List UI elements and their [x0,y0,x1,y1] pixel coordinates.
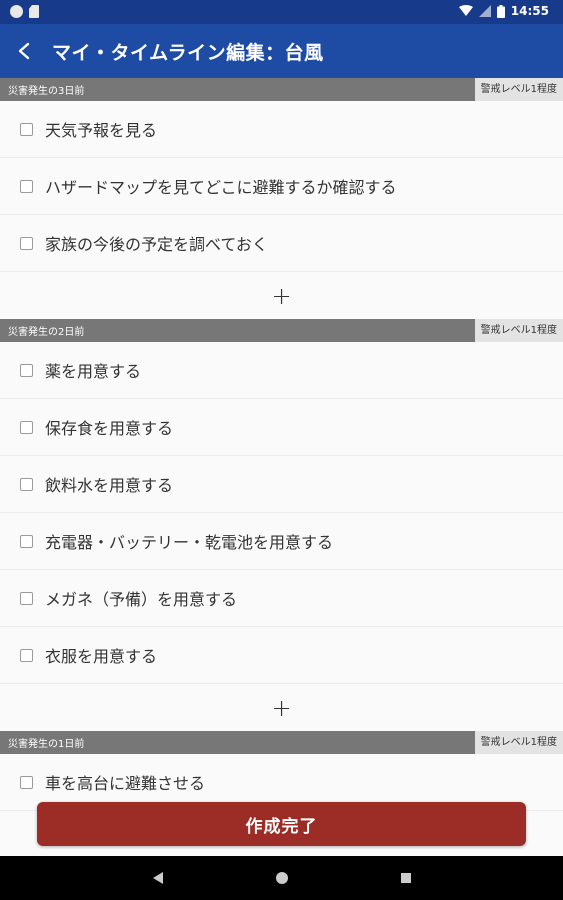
task-checkbox[interactable] [20,591,33,605]
complete-button-label: 作成完了 [245,816,318,837]
plus-icon: + [271,693,292,722]
complete-button[interactable]: 作成完了 [37,802,526,846]
sd-card-icon [29,5,39,18]
task-label: 車を高台に避難させる [45,774,206,793]
battery-icon [496,4,505,18]
task-row[interactable]: 飲料水を用意する [0,456,563,513]
plus-icon: + [271,281,292,310]
nav-back-button[interactable] [146,866,170,890]
wifi-icon [458,5,473,16]
status-time: 14:55 [510,4,549,18]
timeline-list[interactable]: 災害発生の3日前 警戒レベル1程度 天気予報を見る ハザードマップを見てどこに避… [0,78,563,856]
section-header: 災害発生の1日前 警戒レベル1程度 [0,731,563,754]
section-title: 災害発生の2日前 [8,327,85,338]
back-button[interactable] [0,24,48,78]
task-label: 充電器・バッテリー・乾電池を用意する [45,533,334,552]
nav-home-button[interactable] [270,866,294,890]
status-indicators: 14:55 [458,4,549,18]
task-row[interactable]: 保存食を用意する [0,399,563,456]
task-row[interactable]: メガネ（予備）を用意する [0,570,563,627]
task-label: 天気予報を見る [45,121,158,140]
app-bar: マイ・タイムライン編集：台風 [0,24,563,78]
task-row[interactable]: 天気予報を見る [0,101,563,158]
task-checkbox[interactable] [20,775,33,789]
section-header: 災害発生の3日前 警戒レベル1程度 [0,78,563,101]
task-checkbox[interactable] [20,420,33,434]
chevron-left-icon [18,42,30,60]
task-label: 保存食を用意する [45,419,174,438]
alert-level-badge: 警戒レベル1程度 [474,78,563,101]
add-task-button[interactable]: + [0,684,563,731]
task-checkbox[interactable] [20,363,33,377]
task-row[interactable]: ハザードマップを見てどこに避難するか確認する [0,158,563,215]
alert-level-badge: 警戒レベル1程度 [474,731,563,754]
status-notifications [10,5,39,18]
task-row[interactable]: 衣服を用意する [0,627,563,684]
section-header: 災害発生の2日前 警戒レベル1程度 [0,319,563,342]
task-row[interactable]: 家族の今後の予定を調べておく [0,215,563,272]
status-bar: 14:55 [0,0,563,24]
task-checkbox[interactable] [20,236,33,250]
nav-back-icon [152,872,163,884]
task-checkbox[interactable] [20,477,33,491]
task-label: 衣服を用意する [45,647,158,666]
task-label: 家族の今後の予定を調べておく [45,235,268,254]
task-checkbox[interactable] [20,534,33,548]
task-row[interactable]: 薬を用意する [0,342,563,399]
page-title: マイ・タイムライン編集：台風 [52,41,324,64]
task-label: ハザードマップを見てどこに避難するか確認する [45,178,397,197]
notification-dot-icon [10,5,23,18]
alert-level-badge: 警戒レベル1程度 [474,319,563,342]
nav-home-icon [275,872,288,884]
nav-recents-button[interactable] [394,866,418,890]
task-row[interactable]: 充電器・バッテリー・乾電池を用意する [0,513,563,570]
section-title: 災害発生の1日前 [8,739,85,750]
task-label: メガネ（予備）を用意する [45,590,238,609]
task-label: 薬を用意する [45,362,142,381]
task-label: 飲料水を用意する [45,476,174,495]
task-checkbox[interactable] [20,122,33,136]
task-checkbox[interactable] [20,179,33,193]
task-checkbox[interactable] [20,648,33,662]
add-task-button[interactable]: + [0,272,563,319]
signal-icon [478,5,491,17]
nav-recents-icon [400,873,411,883]
system-nav-bar [0,856,563,900]
section-title: 災害発生の3日前 [8,86,85,97]
